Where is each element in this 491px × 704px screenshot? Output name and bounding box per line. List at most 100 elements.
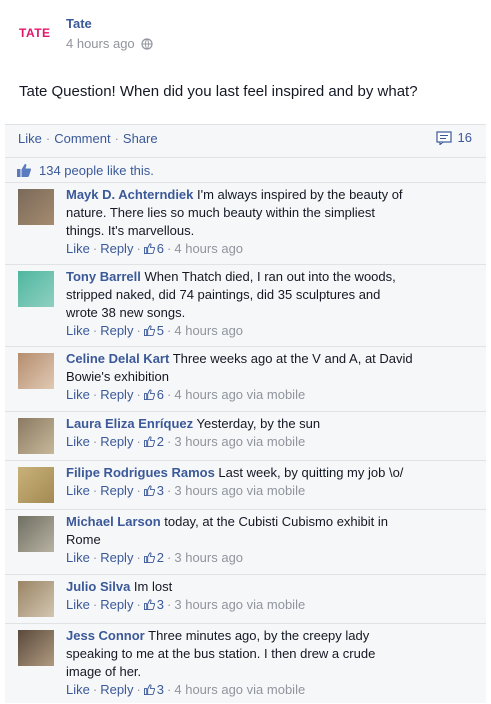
separator: · <box>136 434 141 449</box>
comment-icon <box>435 130 452 145</box>
separator: · <box>92 241 98 256</box>
comment-text-line: stripped naked, did 74 paintings, did 35… <box>66 287 381 302</box>
comment-author[interactable]: Celine Delal Kart <box>66 351 169 366</box>
comment-author[interactable]: Julio Silva <box>66 579 130 594</box>
avatar[interactable] <box>18 581 54 617</box>
comment-author[interactable]: Jess Connor <box>66 628 145 643</box>
comment-meta: Like · Reply · 3 · 4 hours ago via mobile <box>66 681 478 699</box>
comment-like-link[interactable]: Like <box>66 434 90 449</box>
comment-like-link[interactable]: Like <box>66 387 90 402</box>
comment-text-line: things. It's marvellous. <box>66 223 195 238</box>
comment-count[interactable]: 16 <box>435 130 472 145</box>
comment-like-link[interactable]: Like <box>66 483 90 498</box>
comment-reply-link[interactable]: Reply <box>100 434 133 449</box>
comment-likes-count[interactable]: 2 <box>143 550 164 565</box>
avatar[interactable] <box>18 516 54 552</box>
comment-reply-link[interactable]: Reply <box>100 682 133 697</box>
separator: · <box>136 550 141 565</box>
comment-timestamp[interactable]: 3 hours ago <box>174 483 243 498</box>
comment-meta: Like · Reply · 6 · 4 hours ago via mobile <box>66 386 478 404</box>
avatar[interactable] <box>18 630 54 666</box>
avatar[interactable] <box>18 271 54 307</box>
comment-likes-count[interactable]: 6 <box>143 387 164 402</box>
separator: · <box>92 682 98 697</box>
comment-likes-count[interactable]: 3 <box>143 483 164 498</box>
comment-via: via mobile <box>243 682 306 697</box>
comment-timestamp[interactable]: 4 hours ago <box>174 323 243 338</box>
thumbs-up-icon <box>143 325 155 336</box>
post-time: 4 hours ago <box>66 36 153 51</box>
avatar[interactable] <box>18 189 54 225</box>
comment-via: via mobile <box>243 597 306 612</box>
thumbs-up-icon <box>143 599 155 610</box>
comment-reply-link[interactable]: Reply <box>100 550 133 565</box>
separator: · <box>136 483 141 498</box>
comment-likes-count[interactable]: 2 <box>143 434 165 449</box>
post-author[interactable]: Tate <box>66 16 92 31</box>
comment-author[interactable]: Tony Barrell <box>66 269 141 284</box>
separator: · <box>167 241 172 256</box>
comment-meta: Like · Reply · 2 · 3 hours ago <box>66 549 478 567</box>
thumbs-up-icon <box>143 684 155 695</box>
tate-logo[interactable]: TATE <box>19 26 51 40</box>
comment-likes-count[interactable]: 3 <box>143 682 165 697</box>
comment-meta: Like · Reply · 3 · 3 hours ago via mobile <box>66 596 478 614</box>
globe-icon[interactable] <box>141 37 153 50</box>
comment-likes-count[interactable]: 5 <box>143 323 165 338</box>
comment-link[interactable]: Comment <box>54 131 110 146</box>
comment-item: Celine Delal Kart Three weeks ago at the… <box>5 346 486 412</box>
separator: · <box>167 550 172 565</box>
post-actions: Like · Comment · Share <box>18 131 158 146</box>
like-link[interactable]: Like <box>18 131 42 146</box>
comment-timestamp[interactable]: 4 hours ago <box>174 387 243 402</box>
comment-like-link[interactable]: Like <box>66 323 90 338</box>
comment-reply-link[interactable]: Reply <box>100 387 133 402</box>
comment-likes-value: 2 <box>156 434 165 449</box>
comment-body: Filipe Rodrigues Ramos Last week, by qui… <box>66 464 478 500</box>
comment-likes-count[interactable]: 6 <box>143 241 164 256</box>
avatar[interactable] <box>18 467 54 503</box>
comment-author[interactable]: Laura Eliza Enríquez <box>66 416 193 431</box>
separator: · <box>136 323 141 338</box>
comment-meta: Like · Reply · 2 · 3 hours ago via mobile <box>66 433 478 451</box>
avatar[interactable] <box>18 353 54 389</box>
comment-like-link[interactable]: Like <box>66 597 90 612</box>
separator: · <box>167 682 172 697</box>
separator: · <box>167 323 172 338</box>
comment-like-link[interactable]: Like <box>66 241 90 256</box>
comment-timestamp[interactable]: 3 hours ago <box>174 550 243 565</box>
comment-likes-value: 3 <box>156 682 165 697</box>
post-timestamp[interactable]: 4 hours ago <box>66 36 135 51</box>
comment-text-line: nature. There lies so much beauty within… <box>66 205 376 220</box>
comment-item: Tony Barrell When Thatch died, I ran out… <box>5 264 486 347</box>
avatar[interactable] <box>18 418 54 454</box>
separator: · <box>167 597 172 612</box>
comment-text-line: Three weeks ago at the V and A, at David <box>169 351 413 366</box>
comment-meta: Like · Reply · 5 · 4 hours ago <box>66 322 478 340</box>
comment-text-line: Yesterday, by the sun <box>193 416 321 431</box>
comment-reply-link[interactable]: Reply <box>100 323 133 338</box>
comment-timestamp[interactable]: 4 hours ago <box>174 241 243 256</box>
comment-like-link[interactable]: Like <box>66 682 90 697</box>
comment-reply-link[interactable]: Reply <box>100 483 133 498</box>
comment-timestamp[interactable]: 3 hours ago <box>174 597 243 612</box>
comment-author[interactable]: Michael Larson <box>66 514 161 529</box>
separator: · <box>136 597 141 612</box>
share-link[interactable]: Share <box>123 131 158 146</box>
comment-timestamp[interactable]: 4 hours ago <box>174 682 243 697</box>
likes-count-link[interactable]: 134 people like this. <box>39 163 154 178</box>
comment-timestamp[interactable]: 3 hours ago <box>174 434 243 449</box>
comment-body: Michael Larson today, at the Cubisti Cub… <box>66 513 478 567</box>
separator: · <box>167 483 172 498</box>
separator: · <box>167 434 172 449</box>
comment-author[interactable]: Filipe Rodrigues Ramos <box>66 465 215 480</box>
comment-text-line: Rome <box>66 532 101 547</box>
comment-likes-value: 5 <box>156 323 165 338</box>
comment-reply-link[interactable]: Reply <box>100 597 133 612</box>
comment-reply-link[interactable]: Reply <box>100 241 133 256</box>
thumbs-up-icon <box>143 552 155 563</box>
comment-via: via mobile <box>243 387 306 402</box>
comment-likes-count[interactable]: 3 <box>143 597 164 612</box>
comment-like-link[interactable]: Like <box>66 550 90 565</box>
comment-author[interactable]: Mayk D. Achterndiek <box>66 187 193 202</box>
